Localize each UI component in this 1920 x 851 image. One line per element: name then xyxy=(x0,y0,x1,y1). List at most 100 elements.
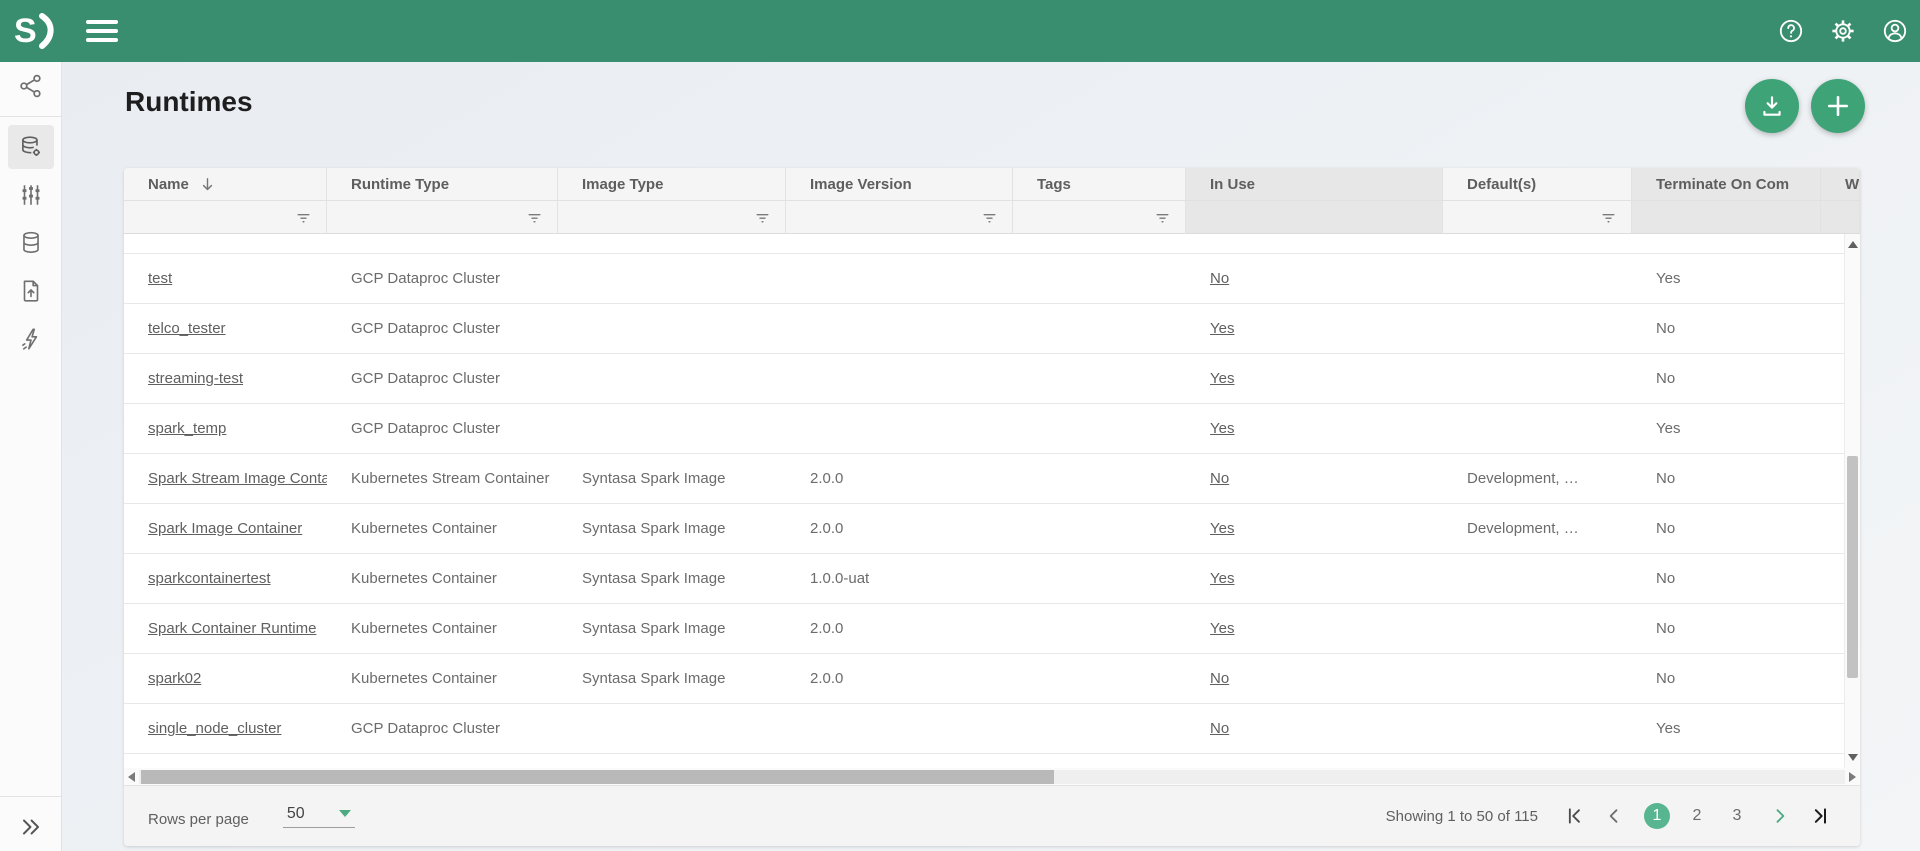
runtime-name-link[interactable]: spark02 xyxy=(148,670,201,687)
rows-per-page-select[interactable]: 50 xyxy=(283,805,355,828)
sidebar-item-jobs[interactable] xyxy=(0,315,62,363)
first-page-button[interactable] xyxy=(1564,806,1584,826)
runtime-name-link[interactable]: Spark Container Runtime xyxy=(148,620,316,637)
cell-image_version xyxy=(786,304,1013,353)
cell-image_version xyxy=(786,254,1013,303)
column-header-tags[interactable]: Tags xyxy=(1013,168,1186,200)
page-number-1[interactable]: 1 xyxy=(1644,803,1670,829)
in-use-link[interactable]: Yes xyxy=(1210,420,1234,437)
scroll-down-arrow-icon[interactable] xyxy=(1848,754,1858,761)
horizontal-scrollbar-thumb[interactable] xyxy=(141,770,1054,784)
sidebar-item-datasets[interactable] xyxy=(0,219,62,267)
table-row: single_node_clusterGCP Dataproc ClusterN… xyxy=(124,704,1860,754)
filter-cell-name xyxy=(124,200,327,234)
in-use-link[interactable]: Yes xyxy=(1210,370,1234,387)
cell-terminate: No xyxy=(1632,304,1821,353)
column-header-runtime_type[interactable]: Runtime Type xyxy=(327,168,558,200)
sidebar-item-flows[interactable] xyxy=(0,62,62,110)
sidebar-divider xyxy=(0,116,61,117)
column-header-defaults[interactable]: Default(s) xyxy=(1443,168,1632,200)
filter-icon[interactable] xyxy=(981,209,998,226)
cell-in_use: No xyxy=(1186,704,1443,753)
in-use-link[interactable]: No xyxy=(1210,470,1229,487)
column-header-image_type[interactable]: Image Type xyxy=(558,168,786,200)
filter-icon[interactable] xyxy=(1154,209,1171,226)
runtime-name-link[interactable]: streaming-test xyxy=(148,370,243,387)
rows-per-page-value: 50 xyxy=(287,805,305,823)
cell-defaults xyxy=(1443,254,1632,303)
filter-cell-image_type xyxy=(558,200,786,234)
add-runtime-button[interactable] xyxy=(1811,79,1865,133)
runtime-name-link[interactable]: Spark Stream Image Container xyxy=(148,470,327,487)
cell-image_type xyxy=(558,754,786,768)
runtime-name-link[interactable]: telco_tester xyxy=(148,320,226,337)
horizontal-scrollbar-track[interactable] xyxy=(139,770,1845,784)
last-page-button[interactable] xyxy=(1810,806,1830,826)
table-row-partial xyxy=(124,234,1860,254)
settings-gear-icon[interactable] xyxy=(1830,18,1856,44)
scroll-up-arrow-icon[interactable] xyxy=(1848,241,1858,248)
vertical-scrollbar-thumb[interactable] xyxy=(1847,456,1858,678)
cell-terminate xyxy=(1632,234,1821,253)
page-number-3[interactable]: 3 xyxy=(1724,803,1750,829)
cell-image_type: Syntasa Spark Image xyxy=(558,504,786,553)
cell-in_use xyxy=(1186,234,1443,253)
in-use-link[interactable]: No xyxy=(1210,670,1229,687)
column-header-terminate[interactable]: Terminate On Com xyxy=(1632,168,1821,200)
cell-image_version xyxy=(786,354,1013,403)
runtime-name-link[interactable]: sparkcontainertest xyxy=(148,570,271,587)
scroll-right-arrow-icon[interactable] xyxy=(1849,772,1856,782)
in-use-link[interactable]: Yes xyxy=(1210,520,1234,537)
column-header-name[interactable]: Name xyxy=(124,168,327,200)
in-use-link[interactable]: Yes xyxy=(1210,620,1234,637)
in-use-link[interactable]: Yes xyxy=(1210,570,1234,587)
next-page-button[interactable] xyxy=(1770,806,1790,826)
vertical-scrollbar[interactable] xyxy=(1844,234,1860,768)
sidebar-expand-button[interactable] xyxy=(0,803,62,851)
table-row: Spark Image ContainerKubernetes Containe… xyxy=(124,504,1860,554)
sidebar-item-runtimes[interactable] xyxy=(0,123,62,171)
horizontal-scrollbar[interactable] xyxy=(124,768,1860,786)
help-icon[interactable] xyxy=(1778,18,1804,44)
cell-tags xyxy=(1013,604,1186,653)
runtime-name-link[interactable]: spark_temp xyxy=(148,420,226,437)
cell-name: streaming-test xyxy=(124,354,327,403)
cell-name: single_node_cluster xyxy=(124,704,327,753)
cell-tags xyxy=(1013,234,1186,253)
menu-hamburger-icon[interactable] xyxy=(86,20,118,42)
first-page-icon xyxy=(1564,806,1584,826)
cell-name: Spark Stream Image Container xyxy=(124,454,327,503)
in-use-link[interactable]: No xyxy=(1210,720,1229,737)
in-use-link[interactable]: No xyxy=(1210,270,1229,287)
runtime-name-link[interactable]: Spark Image Container xyxy=(148,520,302,537)
column-header-image_version[interactable]: Image Version xyxy=(786,168,1013,200)
cell-defaults xyxy=(1443,604,1632,653)
sidebar-bottom-divider xyxy=(0,796,62,797)
sidebar-item-parameters[interactable] xyxy=(0,171,62,219)
cell-defaults xyxy=(1443,304,1632,353)
page-number-2[interactable]: 2 xyxy=(1684,803,1710,829)
account-icon[interactable] xyxy=(1882,18,1908,44)
cell-defaults: Development, … xyxy=(1443,504,1632,553)
filter-icon[interactable] xyxy=(1600,209,1617,226)
column-header-w[interactable]: W xyxy=(1821,168,1860,200)
sidebar-item-file-upload[interactable] xyxy=(0,267,62,315)
cell-defaults xyxy=(1443,354,1632,403)
cell-image_type: Syntasa Spark Image xyxy=(558,554,786,603)
rows-per-page-label: Rows per page xyxy=(148,811,249,828)
column-header-in_use[interactable]: In Use xyxy=(1186,168,1443,200)
filter-icon[interactable] xyxy=(295,209,312,226)
runtime-name-link[interactable]: single_node_cluster xyxy=(148,720,281,737)
previous-page-button[interactable] xyxy=(1604,806,1624,826)
cell-in_use: Yes xyxy=(1186,554,1443,603)
cell-name: test xyxy=(124,254,327,303)
filter-icon[interactable] xyxy=(526,209,543,226)
runtime-name-link[interactable]: test xyxy=(148,270,172,287)
app-logo[interactable]: S xyxy=(14,11,60,51)
in-use-link[interactable]: Yes xyxy=(1210,320,1234,337)
scroll-left-arrow-icon[interactable] xyxy=(128,772,135,782)
cell-runtime_type: GCP Dataproc Cluster xyxy=(327,354,558,403)
filter-cell-image_version xyxy=(786,200,1013,234)
filter-icon[interactable] xyxy=(754,209,771,226)
download-runtimes-button[interactable] xyxy=(1745,79,1799,133)
